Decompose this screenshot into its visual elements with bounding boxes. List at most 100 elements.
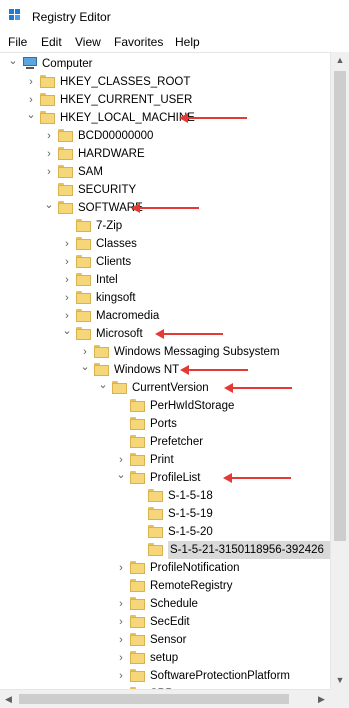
chevron-down-icon[interactable]: ⌄ [98,379,108,397]
tree-node[interactable]: › Intel [0,271,330,289]
menu-file[interactable]: File [8,35,27,49]
tree-node[interactable]: › SecEdit [0,613,330,631]
chevron-right-icon[interactable]: › [44,145,54,163]
folder-icon [148,525,163,538]
folder-icon [76,291,91,304]
folder-icon [148,489,163,502]
annotation-arrow [130,203,199,213]
chevron-down-icon[interactable]: ⌄ [8,55,18,73]
menu-edit[interactable]: Edit [41,35,62,49]
tree-node[interactable]: › HKEY_CLASSES_ROOT [0,73,330,91]
chevron-down-icon[interactable]: ⌄ [44,199,54,217]
tree-node[interactable]: S-1-5-21-3150118956-392426 [0,541,330,559]
horizontal-scrollbar[interactable]: ◀ ▶ [0,689,330,708]
tree-node[interactable]: › SAM [0,163,330,181]
chevron-right-icon[interactable]: › [62,271,72,289]
folder-icon [130,633,145,646]
folder-icon [148,507,163,520]
chevron-right-icon[interactable]: › [80,343,90,361]
tree-node[interactable]: RemoteRegistry [0,577,330,595]
tree-node-label: Macromedia [96,310,160,322]
chevron-right-icon[interactable]: › [62,235,72,253]
tree-node[interactable]: ⌄ HKEY_LOCAL_MACHINE [0,109,330,127]
tree-node[interactable]: PerHwIdStorage [0,397,330,415]
chevron-down-icon[interactable]: ⌄ [62,325,72,343]
tree-node[interactable]: › kingsoft [0,289,330,307]
tree-node[interactable]: S-1-5-18 [0,487,330,505]
tree-node[interactable]: › Sensor [0,631,330,649]
tree-node[interactable]: › Print [0,451,330,469]
tree-node[interactable]: ⌄ SOFTWARE [0,199,330,217]
scroll-left-icon[interactable]: ◀ [0,690,17,708]
folder-icon [40,93,55,106]
chevron-down-icon[interactable]: ⌄ [80,361,90,379]
tree-node[interactable]: ⌄ Computer [0,55,330,73]
chevron-right-icon[interactable]: › [116,559,126,577]
tree-node[interactable]: S-1-5-19 [0,505,330,523]
menu-view[interactable]: View [75,35,101,49]
tree-node-label: PerHwIdStorage [150,400,235,412]
tree-node-label: S-1-5-19 [168,508,213,520]
folder-icon [76,219,91,232]
tree-node[interactable]: › Schedule [0,595,330,613]
scroll-down-icon[interactable]: ▼ [331,672,349,689]
computer-icon [22,57,38,69]
vertical-scrollbar[interactable]: ▲ ▼ [330,52,349,689]
folder-icon [40,111,55,124]
chevron-right-icon[interactable]: › [116,649,126,667]
tree-node[interactable]: › SoftwareProtectionPlatform [0,667,330,685]
chevron-right-icon[interactable]: › [26,91,36,109]
tree-node[interactable]: › ProfileNotification [0,559,330,577]
annotation-arrow [222,473,291,483]
chevron-right-icon[interactable]: › [44,127,54,145]
folder-icon [94,345,109,358]
tree-node[interactable]: Ports [0,415,330,433]
tree-node[interactable]: › Windows Messaging Subsystem [0,343,330,361]
chevron-right-icon[interactable]: › [116,451,126,469]
tree-node[interactable]: › Classes [0,235,330,253]
tree-node-label: CurrentVersion [132,382,209,394]
tree-node[interactable]: › HKEY_CURRENT_USER [0,91,330,109]
annotation-arrow [155,329,224,339]
horizontal-scroll-thumb[interactable] [19,694,289,704]
tree-node[interactable]: 7-Zip [0,217,330,235]
chevron-right-icon[interactable]: › [116,631,126,649]
tree-node-label: Schedule [150,598,198,610]
tree-node[interactable]: ⌄ Microsoft [0,325,330,343]
chevron-right-icon[interactable]: › [62,289,72,307]
window-title: Registry Editor [32,10,111,24]
chevron-down-icon[interactable]: ⌄ [116,469,126,487]
tree-node[interactable]: › HARDWARE [0,145,330,163]
chevron-right-icon[interactable]: › [116,613,126,631]
folder-icon [58,183,73,196]
tree-node[interactable]: ⌄ CurrentVersion [0,379,330,397]
tree-node[interactable]: › Macromedia [0,307,330,325]
tree-node-label: Classes [96,238,137,250]
chevron-right-icon[interactable]: › [116,667,126,685]
tree-node-label: S-1-5-18 [168,490,213,502]
tree-node[interactable]: S-1-5-20 [0,523,330,541]
tree-node-label: Microsoft [96,328,143,340]
menu-help[interactable]: Help [175,35,200,49]
menu-favorites[interactable]: Favorites [114,35,163,49]
chevron-right-icon[interactable]: › [44,163,54,181]
vertical-scroll-thumb[interactable] [334,71,346,541]
tree-node[interactable]: › Clients [0,253,330,271]
chevron-right-icon[interactable]: › [62,253,72,271]
folder-icon [130,615,145,628]
chevron-right-icon[interactable]: › [116,595,126,613]
tree-node[interactable]: Prefetcher [0,433,330,451]
folder-icon [148,543,163,556]
tree-node[interactable]: ⌄ Windows NT [0,361,330,379]
tree-node[interactable]: ⌄ ProfileList [0,469,330,487]
chevron-right-icon[interactable]: › [26,73,36,91]
chevron-down-icon[interactable]: ⌄ [26,109,36,127]
tree-node[interactable]: › BCD00000000 [0,127,330,145]
tree-node[interactable]: › setup [0,649,330,667]
scroll-up-icon[interactable]: ▲ [331,52,349,69]
tree-node[interactable]: SECURITY [0,181,330,199]
registry-tree[interactable]: ⌄ Computer › HKEY_CLASSES_ROOT › HKEY_CURRENT… [0,52,330,690]
chevron-right-icon[interactable]: › [62,307,72,325]
scroll-right-icon[interactable]: ▶ [313,690,330,708]
tree-node-label: HKEY_LOCAL_MACHINE [60,112,195,124]
